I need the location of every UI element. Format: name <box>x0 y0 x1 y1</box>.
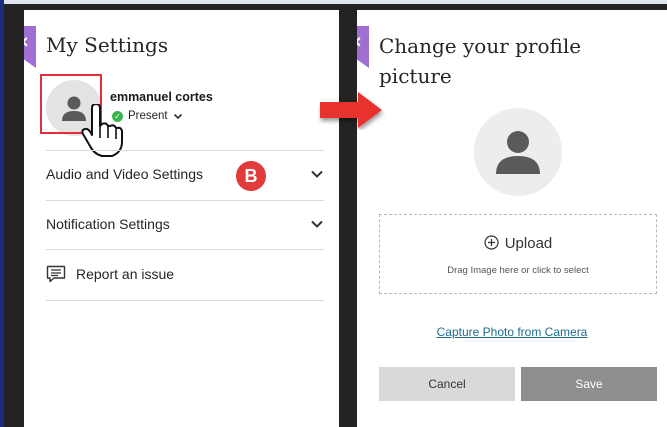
report-issue-item[interactable]: Report an issue <box>46 250 324 298</box>
plus-circle-icon <box>484 235 499 250</box>
page-title: My Settings <box>46 33 169 57</box>
red-arrow-icon <box>320 92 382 128</box>
change-profile-picture-panel: × Change your profile picture Upload Dra… <box>357 10 667 427</box>
cancel-button[interactable]: Cancel <box>379 367 515 401</box>
check-icon: ✓ <box>112 110 123 122</box>
notification-settings-item[interactable]: Notification Settings <box>46 200 324 248</box>
report-message-icon <box>46 265 66 283</box>
frame-top-edge <box>0 0 667 4</box>
upload-dropzone[interactable]: Upload Drag Image here or click to selec… <box>379 214 657 294</box>
notification-settings-label: Notification Settings <box>46 216 170 232</box>
upload-label: Upload <box>504 235 553 252</box>
presence-status-label: Present <box>128 110 168 122</box>
my-settings-panel: × My Settings emmanuel cortes ✓ Present … <box>24 10 339 427</box>
divider <box>46 300 324 301</box>
chevron-down-icon <box>173 113 182 120</box>
report-issue-label: Report an issue <box>76 266 175 282</box>
audio-video-settings-label: Audio and Video Settings <box>46 166 203 182</box>
audio-video-settings-item[interactable]: Audio and Video Settings <box>46 150 324 198</box>
close-icon: × <box>24 32 28 53</box>
capture-photo-link[interactable]: Capture Photo from Camera <box>357 325 667 339</box>
upload-button[interactable]: Upload <box>380 235 656 252</box>
close-icon: × <box>357 32 361 53</box>
upload-hint: Drag Image here or click to select <box>447 265 589 276</box>
frame-left-edge <box>0 0 4 427</box>
presence-status-dropdown[interactable]: ✓ Present <box>112 110 183 122</box>
user-avatar-icon <box>496 131 540 174</box>
panel-title: Change your profile picture <box>379 34 582 88</box>
app-frame: × My Settings emmanuel cortes ✓ Present … <box>0 0 667 427</box>
save-button[interactable]: Save <box>521 367 657 401</box>
profile-picture-preview <box>474 108 562 196</box>
chevron-down-icon <box>311 220 323 228</box>
close-profile-picture-button[interactable]: × <box>357 26 369 68</box>
chevron-down-icon <box>311 170 323 178</box>
user-name: emmanuel cortes <box>110 90 213 104</box>
close-settings-button[interactable]: × <box>24 26 36 68</box>
annotation-badge: B <box>236 161 266 191</box>
